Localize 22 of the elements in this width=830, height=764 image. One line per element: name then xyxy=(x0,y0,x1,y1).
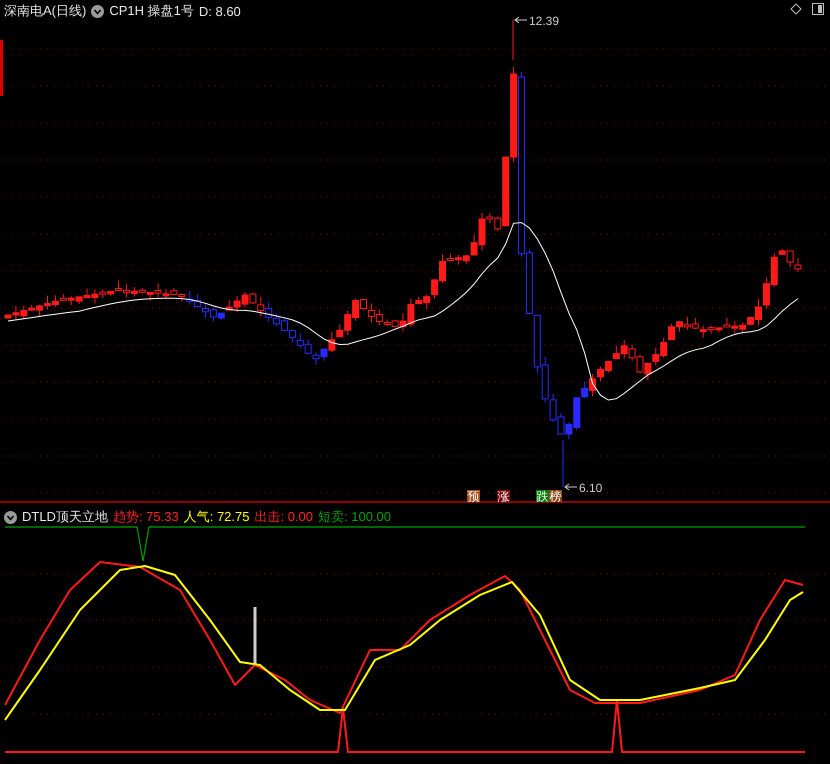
indicator-reading: 人气: 72.75 xyxy=(184,508,250,526)
indicator-name: CP1H 操盘1号 xyxy=(109,2,194,20)
indicator-reading: 趋势: 75.33 xyxy=(112,508,179,526)
indicator-reading: D: 8.60 xyxy=(198,4,241,18)
signal-tag: 跌 xyxy=(536,490,549,503)
leader-line xyxy=(564,484,578,490)
signal-tag: 预 xyxy=(467,490,480,503)
range-marker xyxy=(0,40,3,96)
dropdown-icon[interactable] xyxy=(91,4,104,18)
leader-line xyxy=(514,16,528,24)
signal-tag: 涨 xyxy=(497,490,510,503)
indicator-reading: 出击: 0.00 xyxy=(254,508,314,526)
dropdown-icon[interactable] xyxy=(4,510,17,524)
marker-bar xyxy=(254,607,256,665)
price-label: 6.10 xyxy=(579,481,602,495)
chart-title: 深南电A(日线) xyxy=(4,2,86,20)
diamond-icon[interactable] xyxy=(790,3,802,15)
indicator-reading: 短卖: 100.00 xyxy=(318,508,392,526)
price-label: 12.39 xyxy=(529,14,560,28)
signal-tag: 榜 xyxy=(549,490,562,503)
panel-toggle-icon[interactable] xyxy=(812,3,824,15)
indicator-name: DTLD顶天立地 xyxy=(22,508,108,526)
